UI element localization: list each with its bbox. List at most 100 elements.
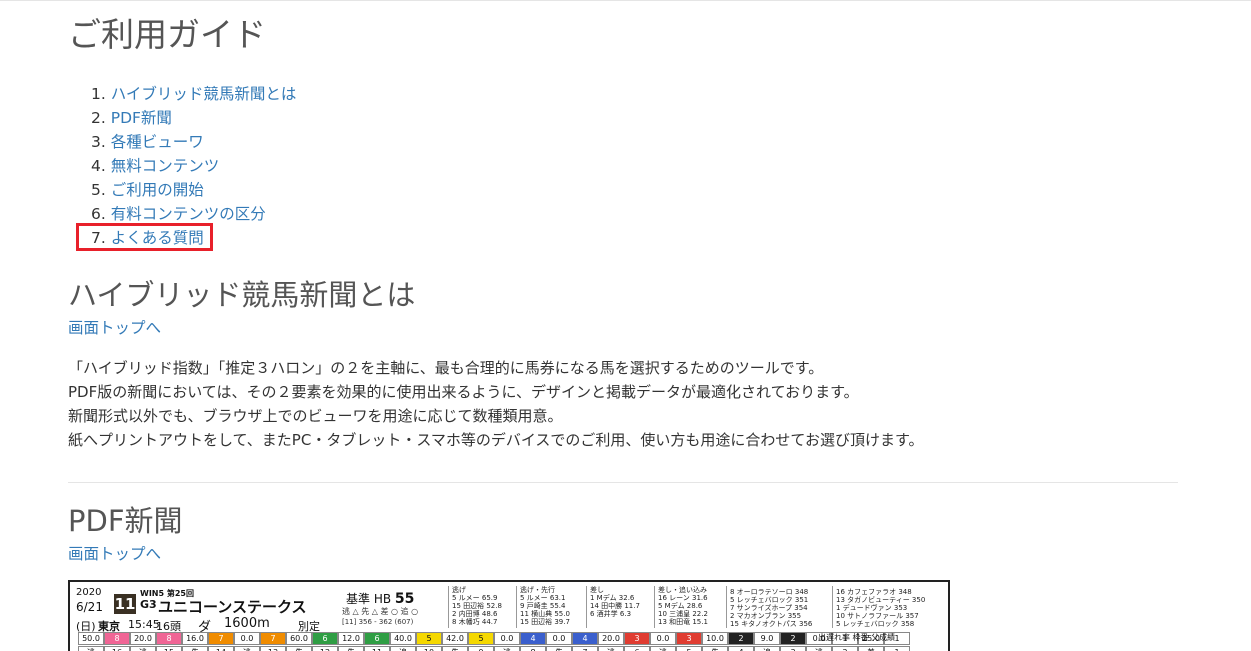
frame-number-cell: 8	[156, 632, 182, 645]
running-style-cell: 追	[754, 646, 780, 651]
race-number: 11	[114, 594, 136, 614]
index-value-cell: 9.0	[754, 632, 780, 645]
frame-number-cell: 5	[468, 632, 494, 645]
toc-item: 5. ご利用の開始	[91, 181, 204, 199]
index-value-cell: 20.0	[130, 632, 156, 645]
hybrid-description: 「ハイブリッド指数」「推定３ハロン」の２を主軸に、最も合理的に馬券になる馬を選択…	[68, 356, 923, 452]
horse-style-row: 逃16逃15先14逃13先12先11追10先9逃8先7逃6逃5先4追3逃2差1	[78, 646, 910, 651]
horse-number-cell: 10	[416, 646, 442, 651]
toc-item: 2. PDF新聞	[91, 109, 172, 127]
frame-number-cell: 6	[364, 632, 390, 645]
horse-number-cell: 12	[312, 646, 338, 651]
index-value-cell: 0.0	[650, 632, 676, 645]
frame-number-cell: 7	[260, 632, 286, 645]
frame-number-cell: 2	[728, 632, 754, 645]
section-heading-hybrid: ハイブリッド競馬新聞とは	[68, 278, 416, 312]
toc-link-pdf[interactable]: PDF新聞	[111, 109, 172, 127]
index-value-cell: 0.0	[234, 632, 260, 645]
top-divider	[0, 0, 1251, 1]
horse-number-cell: 6	[624, 646, 650, 651]
post-time: 15:45	[128, 618, 160, 631]
column-divider	[832, 586, 833, 628]
description-line: PDF版の新聞においては、その２要素を効果的に使用出来るように、デザインと掲載デ…	[68, 383, 859, 401]
horse-number-cell: 11	[364, 646, 390, 651]
toc-link-hybrid[interactable]: ハイブリッド競馬新聞とは	[111, 85, 297, 103]
index-value-cell: 50.0	[78, 632, 104, 645]
running-style-cell: 追	[390, 646, 416, 651]
frame-number-cell: 3	[624, 632, 650, 645]
running-style-cell: 逃	[78, 646, 104, 651]
index-value-cell: 10.0	[702, 632, 728, 645]
jockey-column-4: 差し・追い込み 16 レーン 31.6 5 Mデム 28.6 10 三浦皇 22…	[658, 586, 708, 626]
frame-number-cell: 2	[780, 632, 806, 645]
column-divider	[726, 586, 727, 628]
toc-item: 3. 各種ビューワ	[91, 133, 204, 151]
description-line: 紙へプリントアウトをして、またPC・タブレット・スマホ等のデバイスでのご利用、使…	[68, 431, 924, 449]
pdf-newspaper-preview: 2020 6/21 (日) 東京 15:45 16頭 ダ 1600m 別定 11…	[68, 580, 950, 651]
toc-link-getting-started[interactable]: ご利用の開始	[111, 181, 204, 199]
toc-item: 1. ハイブリッド競馬新聞とは	[91, 85, 297, 103]
description-line: 新聞形式以外でも、ブラウザ上でのビューワを用途に応じて数種類用意。	[68, 407, 563, 425]
horse-number-cell: 3	[780, 646, 806, 651]
toc-link-viewers[interactable]: 各種ビューワ	[111, 133, 204, 151]
index-value-cell: 0.0	[494, 632, 520, 645]
running-style-marks: 逃 △ 先 △ 差 ○ 追 ○	[342, 607, 419, 616]
jockey-column-3: 差し 1 Mデム 32.6 14 田中勝 11.7 6 酒井学 6.3	[590, 586, 640, 618]
column-divider	[654, 586, 655, 628]
frame-number-cell: 4	[520, 632, 546, 645]
frame-number-cell: 4	[572, 632, 598, 645]
running-style-cell: 先	[338, 646, 364, 651]
index-value-cell: 42.0	[442, 632, 468, 645]
running-style-cell: 差	[858, 646, 884, 651]
column-divider	[516, 586, 517, 628]
horse-number-cell: 5	[676, 646, 702, 651]
race-year: 2020	[76, 587, 102, 598]
index-value-cell: 16.0	[182, 632, 208, 645]
running-style-cell: 逃	[494, 646, 520, 651]
horse-number-cell: 9	[468, 646, 494, 651]
description-line: 「ハイブリッド指数」「推定３ハロン」の２を主軸に、最も合理的に馬券になる馬を選択…	[68, 359, 824, 377]
column-divider	[586, 586, 587, 628]
back-to-top-link[interactable]: 画面トップへ	[68, 316, 161, 338]
index-value-cell: 12.0	[338, 632, 364, 645]
running-style-cell: 逃	[650, 646, 676, 651]
horse-number-cell: 2	[832, 646, 858, 651]
running-style-cell: 先	[182, 646, 208, 651]
running-style-cell: 先	[442, 646, 468, 651]
index-value-cell: 20.0	[598, 632, 624, 645]
column-legend: 出遅れ率 枠番 父成績	[818, 633, 896, 642]
horse-number-cell: 7	[572, 646, 598, 651]
running-style-cell: 逃	[234, 646, 260, 651]
race-date: 6/21	[76, 600, 103, 614]
column-divider	[448, 586, 449, 628]
back-to-top-link[interactable]: 画面トップへ	[68, 542, 161, 564]
race-grade: G3	[140, 598, 157, 611]
guide-page: ご利用ガイド 1. ハイブリッド競馬新聞とは 2. PDF新聞 3. 各種ビュー…	[0, 0, 1251, 651]
section-heading-pdf: PDF新聞	[68, 504, 183, 538]
frame-number-cell: 3	[676, 632, 702, 645]
horse-number-cell: 16	[104, 646, 130, 651]
index-value-cell: 60.0	[286, 632, 312, 645]
faq-highlight-box	[76, 223, 213, 251]
running-style-cell: 逃	[130, 646, 156, 651]
index-value-cell: 40.0	[390, 632, 416, 645]
toc-link-paid-content[interactable]: 有料コンテンツの区分	[111, 205, 266, 223]
running-style-cell: 逃	[806, 646, 832, 651]
horse-number-cell: 15	[156, 646, 182, 651]
running-style-cell: 先	[702, 646, 728, 651]
frame-number-cell: 7	[208, 632, 234, 645]
running-style-cell: 先	[546, 646, 572, 651]
frame-number-cell: 5	[416, 632, 442, 645]
horse-number-cell: 1	[884, 646, 910, 651]
jockey-column-1: 逃げ 5 ルメー 65.9 15 田辺裕 52.8 2 内田博 48.6 8 木…	[452, 586, 502, 626]
index-value-cell: 0.0	[546, 632, 572, 645]
toc-link-free-content[interactable]: 無料コンテンツ	[111, 157, 220, 175]
page-title: ご利用ガイド	[68, 15, 266, 54]
hb-standard: 基準 HB 55	[346, 591, 415, 607]
section-divider	[68, 482, 1178, 483]
race-distance: 1600m	[224, 616, 270, 631]
horse-number-cell: 14	[208, 646, 234, 651]
jockey-column-2: 逃げ・先行 5 ルメー 63.1 9 戸崎圭 55.4 11 横山典 55.0 …	[520, 586, 570, 626]
furlong-ranking-right: 16 カフェファラオ 348 13 タガノビューティー 350 1 デュードヴァ…	[836, 588, 926, 628]
horse-number-cell: 4	[728, 646, 754, 651]
